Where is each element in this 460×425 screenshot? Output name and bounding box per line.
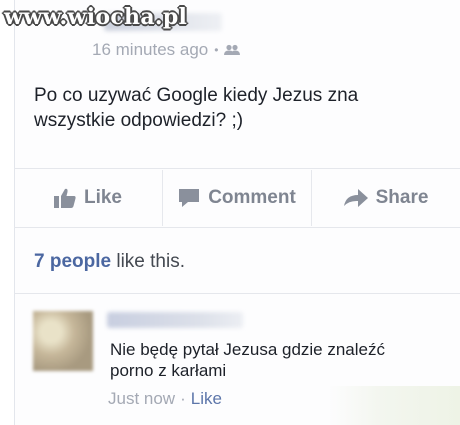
comment-bubble-icon: [179, 189, 200, 207]
separator-dot: •: [214, 43, 219, 57]
share-arrow-icon: [343, 189, 368, 207]
like-label: Like: [83, 187, 123, 208]
commenter-avatar[interactable]: [33, 311, 93, 371]
comment-like-link[interactable]: Like: [191, 389, 222, 409]
thumbs-up-icon: [53, 188, 76, 208]
share-label: Share: [375, 187, 429, 208]
share-button[interactable]: Share: [311, 170, 460, 226]
comment-meta: Just now · Like: [108, 389, 222, 409]
divider-bottom: [14, 293, 460, 294]
post-timestamp[interactable]: 16 minutes ago: [92, 40, 208, 60]
likes-summary: 7 people like this.: [34, 251, 185, 273]
comment-timestamp[interactable]: Just now: [108, 389, 175, 409]
comment-button[interactable]: Comment: [162, 170, 311, 226]
divider-top: [14, 168, 460, 169]
corner-watermark-smudge: [328, 386, 460, 425]
separator-dot: ·: [180, 389, 186, 408]
comment-text: Nie będę pytał Jezusa gdzie znaleźć porn…: [110, 340, 385, 380]
action-bar: Like Comment Share: [14, 170, 460, 226]
likes-suffix: like this.: [116, 251, 185, 272]
divider-mid: [14, 227, 460, 228]
post-meta: 16 minutes ago •: [92, 40, 241, 60]
blurred-commenter-name[interactable]: [107, 312, 243, 328]
like-button[interactable]: Like: [14, 170, 162, 226]
likes-count-link[interactable]: 7 people: [34, 251, 111, 272]
post-text: Po co uzywać Google kiedy Jezus zna wszy…: [34, 85, 359, 131]
watermark: www.wiocha.pl: [4, 4, 188, 30]
group-audience-icon[interactable]: [224, 44, 241, 56]
comment-label: Comment: [208, 187, 296, 208]
